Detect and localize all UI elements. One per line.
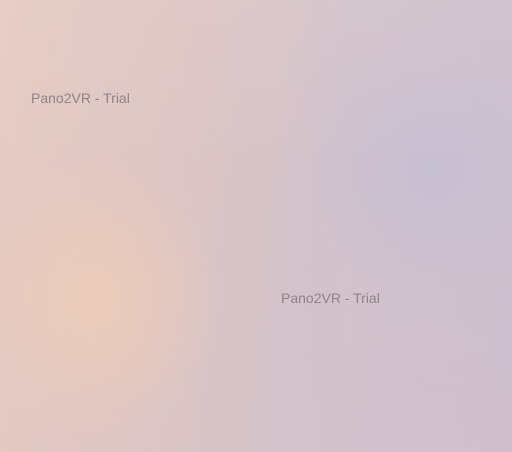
trial-watermark: Pano2VR - Trial — [281, 290, 380, 306]
sky-gradient-overlay — [0, 0, 512, 452]
panorama-viewer[interactable]: Pano2VR - Trial Pano2VR - Trial — [0, 0, 512, 452]
trial-watermark: Pano2VR - Trial — [31, 90, 130, 106]
